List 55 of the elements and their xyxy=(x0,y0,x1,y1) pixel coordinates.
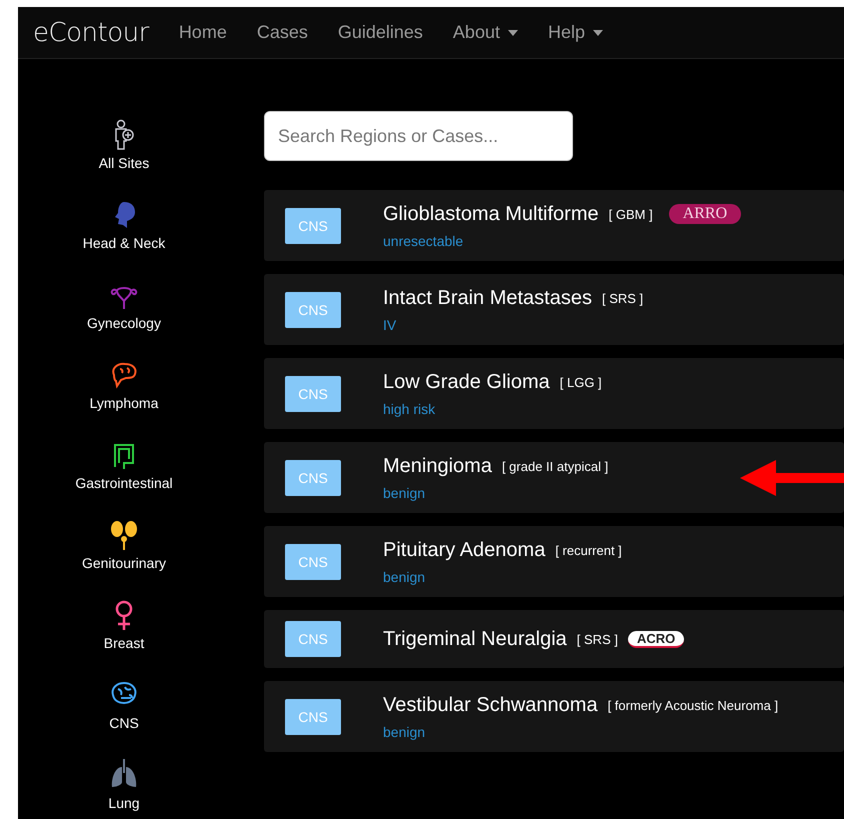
nav-link[interactable]: Help xyxy=(548,22,603,43)
case-subtitle: high risk xyxy=(383,400,436,418)
site-label: CNS xyxy=(285,460,341,496)
nav-link[interactable]: About xyxy=(452,22,518,43)
case-subtitle: benign xyxy=(383,484,426,502)
sidebar-link[interactable]: Head & Neck xyxy=(82,235,166,252)
case-tag: [ LGG ] xyxy=(560,374,602,390)
sidebar-link[interactable]: All Sites xyxy=(98,155,150,172)
case-tag: [ grade II atypical ] xyxy=(502,458,608,474)
case-card[interactable]: CNS Meningioma [ grade II atypical ] benign xyxy=(264,442,844,513)
case-title: Low Grade Glioma xyxy=(383,370,550,395)
nav-link[interactable]: Cases xyxy=(256,22,308,43)
case-subtitle: unresectable xyxy=(383,232,464,250)
organization-badge: ACRO xyxy=(628,630,684,648)
case-card[interactable]: CNS Vestibular Schwannoma [ formerly Acoustic Neuroma ] benign xyxy=(264,681,844,752)
case-tag: [ formerly Acoustic Neuroma ] xyxy=(608,698,778,712)
sidebar-link[interactable]: Lung xyxy=(108,795,140,812)
brand-logo[interactable]: eContour xyxy=(33,18,149,48)
sidebar-link[interactable]: Lymphoma xyxy=(90,395,158,412)
sidebar-link[interactable]: Gynecology xyxy=(87,315,161,332)
nav-link[interactable]: Guidelines xyxy=(338,22,423,43)
site-label: CNS xyxy=(285,621,341,657)
case-card[interactable]: CNS Pituitary Adenoma [ recurrent ] benign xyxy=(264,526,844,597)
caret-icon xyxy=(508,30,518,36)
site-label: CNS xyxy=(285,698,341,734)
sidebar-link[interactable]: Genitourinary xyxy=(82,555,166,572)
sidebar-link[interactable]: Breast xyxy=(104,635,144,652)
site-label: CNS xyxy=(285,208,341,244)
sidebar-link[interactable]: CNS xyxy=(109,715,139,732)
case-title: Glioblastoma Multiforme xyxy=(383,202,599,227)
case-title: Pituitary Adenoma xyxy=(383,538,546,563)
case-title: Vestibular Schwannoma xyxy=(383,693,598,718)
case-subtitle: benign xyxy=(383,568,426,586)
site-label: CNS xyxy=(285,292,341,328)
nav-link[interactable]: Home xyxy=(178,22,227,43)
case-subtitle: IV xyxy=(383,316,398,334)
case-card[interactable]: CNS Trigeminal Neuralgia [ SRS ] ACRO xyxy=(264,610,844,668)
case-tag: [ SRS ] xyxy=(576,632,618,646)
caret-icon xyxy=(593,30,603,36)
case-card[interactable]: CNS Low Grade Glioma [ LGG ] high risk xyxy=(264,358,844,429)
case-title: Trigeminal Neuralgia xyxy=(383,627,567,652)
case-title: Meningioma xyxy=(383,454,492,479)
case-card[interactable]: CNS Glioblastoma Multiforme [ GBM ] ARRO unresectable xyxy=(264,190,844,261)
organization-badge: ARRO xyxy=(668,204,742,224)
case-tag: [ GBM ] xyxy=(608,206,653,222)
site-label: CNS xyxy=(285,376,341,412)
case-tag: [ recurrent ] xyxy=(555,542,622,558)
kidneys-icon xyxy=(108,519,139,551)
sidebar-link[interactable]: Gastrointestinal xyxy=(75,475,173,492)
case-card[interactable]: CNS Intact Brain Metastases [ SRS ] IV xyxy=(264,274,844,345)
case-subtitle: benign xyxy=(383,723,426,741)
site-label: CNS xyxy=(285,544,341,580)
case-tag: [ SRS ] xyxy=(602,290,644,306)
search-field[interactable]: Search Regions or Cases... xyxy=(264,111,573,161)
case-title: Intact Brain Metastases xyxy=(383,286,592,311)
